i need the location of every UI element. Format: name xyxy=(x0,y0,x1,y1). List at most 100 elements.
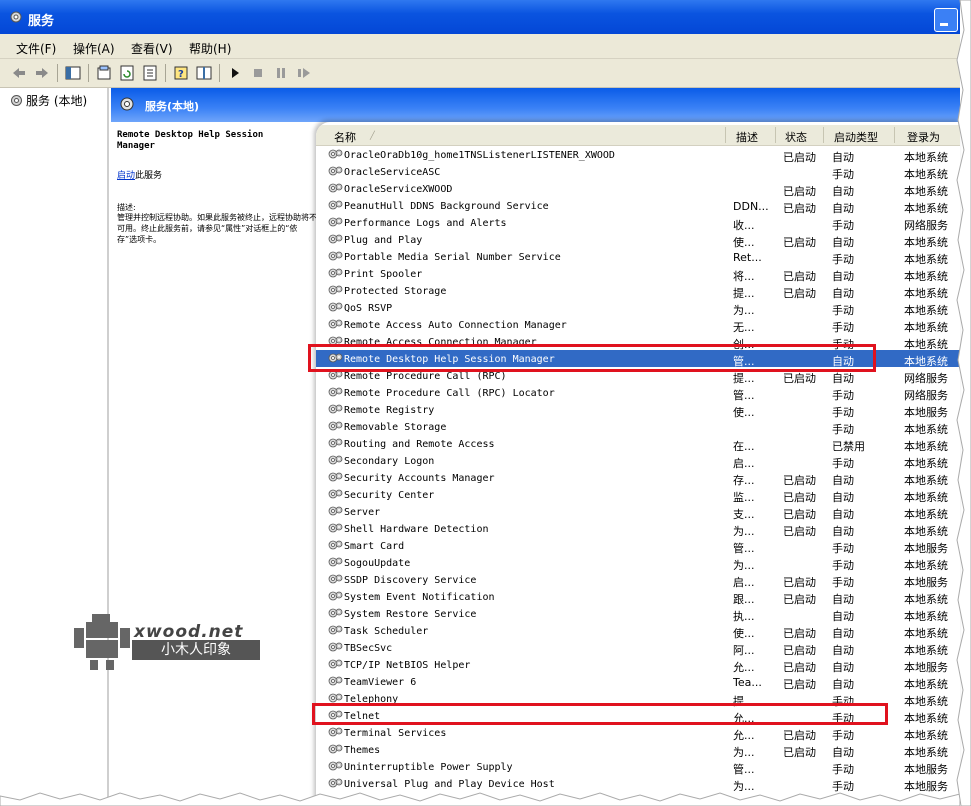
help-icon[interactable]: ? xyxy=(172,64,190,82)
start-service-icon[interactable] xyxy=(226,64,244,82)
table-row[interactable]: Performance Logs and Alerts 收... 手动 网络服务 xyxy=(316,214,960,232)
table-row[interactable]: System Event Notification 跟... 已启动 自动 本地系统 xyxy=(316,588,960,606)
column-header-name[interactable]: 名称 xyxy=(334,129,356,145)
pane-header: 服务(本地) xyxy=(111,88,960,122)
description-panel: Remote Desktop Help Session Manager 启动此服… xyxy=(111,122,317,806)
table-row[interactable]: Protected Storage 提... 已启动 自动 本地系统 xyxy=(316,282,960,300)
service-gear-icon xyxy=(328,319,343,329)
service-gear-icon xyxy=(328,217,343,227)
highlight-box-telnet xyxy=(312,703,888,725)
table-row[interactable]: Routing and Remote Access 在... 已禁用 本地系统 xyxy=(316,435,960,453)
table-row[interactable]: Remote Procedure Call (RPC) Locator 管... 手… xyxy=(316,384,960,402)
menu-action[interactable]: 操作(A) xyxy=(73,40,115,57)
refresh-icon[interactable] xyxy=(118,64,136,82)
service-name: Remote Procedure Call (RPC) xyxy=(344,371,507,382)
table-row[interactable]: SogouUpdate 为... 手动 本地系统 xyxy=(316,554,960,572)
table-row[interactable]: Plug and Play 使... 已启动 自动 本地系统 xyxy=(316,231,960,249)
table-row[interactable]: OracleOraDb10g_home1TNSListenerLISTENER_… xyxy=(316,146,960,164)
service-name: Routing and Remote Access xyxy=(344,439,495,450)
table-row[interactable]: Terminal Services 允... 已启动 手动 本地系统 xyxy=(316,724,960,742)
service-gear-icon xyxy=(328,251,343,261)
robot-logo-icon xyxy=(74,614,130,670)
service-gear-icon xyxy=(328,455,343,465)
service-name: Themes xyxy=(344,745,381,756)
service-gear-icon xyxy=(328,506,343,516)
table-row[interactable]: TCP/IP NetBIOS Helper 允... 已启动 自动 本地服务 xyxy=(316,656,960,674)
table-row[interactable]: QoS RSVP 为... 手动 本地系统 xyxy=(316,299,960,317)
table-row[interactable]: Uninterruptible Power Supply 管... 手动 本地服务 xyxy=(316,758,960,776)
table-row[interactable]: Server 支... 已启动 自动 本地系统 xyxy=(316,503,960,521)
table-row[interactable]: OracleServiceASC 手动 本地系统 xyxy=(316,163,960,181)
service-name: OracleOraDb10g_home1TNSListenerLISTENER_… xyxy=(344,150,615,161)
service-name: Server xyxy=(344,507,381,518)
table-row[interactable]: Security Accounts Manager 存... 已启动 自动 本地系统 xyxy=(316,469,960,487)
table-row[interactable]: Print Spooler 将... 已启动 自动 本地系统 xyxy=(316,265,960,283)
services-rows: OracleOraDb10g_home1TNSListenerLISTENER_… xyxy=(316,146,960,793)
service-gear-icon xyxy=(328,166,343,176)
service-gear-icon xyxy=(328,744,343,754)
column-header-desc[interactable]: 描述 xyxy=(736,129,758,145)
table-row[interactable]: Security Center 监... 已启动 自动 本地系统 xyxy=(316,486,960,504)
torn-edge-right xyxy=(956,0,971,806)
gear-icon xyxy=(120,97,134,111)
service-name: Terminal Services xyxy=(344,728,447,739)
table-row[interactable]: Shell Hardware Detection 为... 已启动 自动 本地系统 xyxy=(316,520,960,538)
properties-icon[interactable] xyxy=(95,64,113,82)
service-gear-icon xyxy=(328,489,343,499)
table-row[interactable]: Remote Access Auto Connection Manager 无..… xyxy=(316,316,960,334)
stop-service-icon[interactable] xyxy=(249,64,267,82)
service-gear-icon xyxy=(328,200,343,210)
service-name: QoS RSVP xyxy=(344,303,393,314)
service-gear-icon xyxy=(328,659,343,669)
column-header-status[interactable]: 状态 xyxy=(785,129,807,145)
table-row[interactable]: Secondary Logon 启... 手动 本地系统 xyxy=(316,452,960,470)
table-row[interactable]: OracleServiceXWOOD 已启动 自动 本地系统 xyxy=(316,180,960,198)
service-gear-icon xyxy=(328,727,343,737)
table-row[interactable]: Smart Card 管... 手动 本地服务 xyxy=(316,537,960,555)
show-hide-tree-icon[interactable] xyxy=(64,64,82,82)
gear-icon xyxy=(10,11,22,23)
service-name: PeanutHull DDNS Background Service xyxy=(344,201,549,212)
service-name: SSDP Discovery Service xyxy=(344,575,477,586)
service-name: Portable Media Serial Number Service xyxy=(344,252,561,263)
table-row[interactable]: PeanutHull DDNS Background Service DDN...… xyxy=(316,197,960,215)
forward-arrow-icon[interactable] xyxy=(33,64,51,82)
menu-file[interactable]: 文件(F) xyxy=(16,40,56,57)
service-name: System Restore Service xyxy=(344,609,477,620)
table-row[interactable]: Remote Registry 使... 手动 本地服务 xyxy=(316,401,960,419)
selected-service-name: Remote Desktop Help Session Manager xyxy=(117,130,264,151)
service-gear-icon xyxy=(328,149,343,159)
service-name: OracleServiceXWOOD xyxy=(344,184,453,195)
watermark: xwood.net 小木人印象 xyxy=(72,612,262,672)
service-name: Removable Storage xyxy=(344,422,447,433)
export-list-icon[interactable] xyxy=(141,64,159,82)
table-row[interactable]: Themes 为... 已启动 自动 本地系统 xyxy=(316,741,960,759)
back-arrow-icon[interactable] xyxy=(10,64,28,82)
service-gear-icon xyxy=(328,472,343,482)
gear-icon xyxy=(11,95,22,106)
view-icon[interactable] xyxy=(195,64,213,82)
table-row[interactable]: TBSecSvc 阿... 已启动 自动 本地系统 xyxy=(316,639,960,657)
service-name: Remote Access Auto Connection Manager xyxy=(344,320,567,331)
window-title: 服务 xyxy=(28,14,55,29)
column-header-startup-type[interactable]: 启动类型 xyxy=(834,129,878,145)
service-gear-icon xyxy=(328,591,343,601)
service-gear-icon xyxy=(328,438,343,448)
column-header-logon-as[interactable]: 登录为 xyxy=(907,129,940,145)
tree-item-services-local[interactable]: 服务 (本地) xyxy=(10,92,87,109)
restart-service-icon[interactable] xyxy=(295,64,313,82)
table-row[interactable]: TeamViewer 6 Tea... 已启动 自动 本地系统 xyxy=(316,673,960,691)
pause-service-icon[interactable] xyxy=(272,64,290,82)
menu-help[interactable]: 帮助(H) xyxy=(189,40,231,57)
service-gear-icon xyxy=(328,421,343,431)
table-row[interactable]: SSDP Discovery Service 启... 已启动 手动 本地服务 xyxy=(316,571,960,589)
start-service-link[interactable]: 启动 xyxy=(117,171,135,181)
highlight-box-remote-desktop xyxy=(308,344,876,372)
menu-view[interactable]: 查看(V) xyxy=(131,40,173,57)
table-row[interactable]: System Restore Service 执... 自动 本地系统 xyxy=(316,605,960,623)
table-row[interactable]: Task Scheduler 使... 已启动 自动 本地系统 xyxy=(316,622,960,640)
service-gear-icon xyxy=(328,625,343,635)
table-row[interactable]: Removable Storage 手动 本地系统 xyxy=(316,418,960,436)
start-service-line: 启动此服务 xyxy=(117,168,162,181)
table-row[interactable]: Portable Media Serial Number Service Ret.… xyxy=(316,248,960,266)
